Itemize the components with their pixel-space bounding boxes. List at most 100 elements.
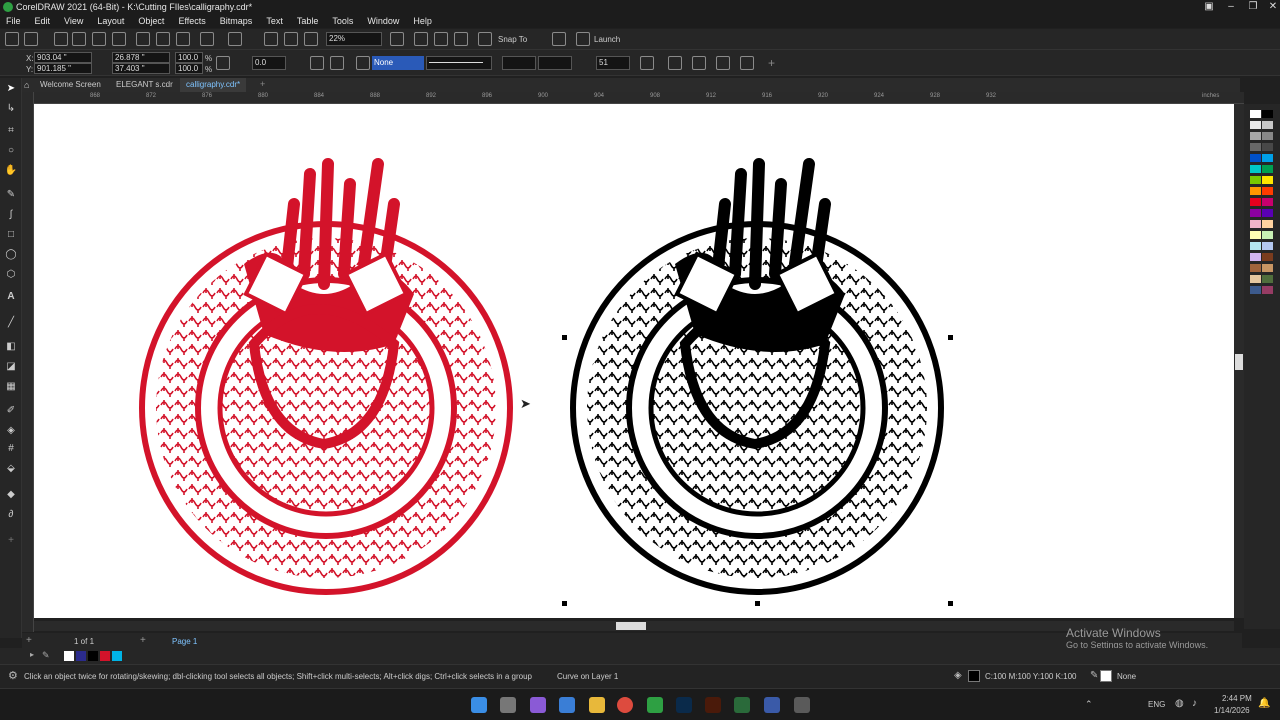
start-arrowhead-dropdown[interactable] xyxy=(502,56,536,70)
palette-swatch[interactable] xyxy=(1262,121,1273,129)
palette-swatch[interactable] xyxy=(1262,242,1273,250)
eraser-tool-icon[interactable]: ◆ xyxy=(4,488,18,502)
palette-swatch[interactable] xyxy=(1262,143,1273,151)
palette-swatch[interactable] xyxy=(1262,176,1273,184)
palette-arrow-icon[interactable]: ▸ xyxy=(30,650,34,659)
volume-icon[interactable]: ♪ xyxy=(1192,698,1197,709)
menu-file[interactable]: File xyxy=(6,16,21,26)
palette-swatch[interactable] xyxy=(1262,253,1273,261)
smart-fill-icon[interactable]: # xyxy=(4,442,18,456)
palette-swatch[interactable] xyxy=(1250,110,1261,118)
palette-swatch[interactable] xyxy=(1250,154,1261,162)
mirror-vertical-icon[interactable] xyxy=(330,56,344,70)
close-button[interactable]: ✕ xyxy=(1262,0,1280,14)
blend-tool-icon[interactable]: ◧ xyxy=(4,340,18,354)
tab-calligraphy[interactable]: calligraphy.cdr* xyxy=(180,78,247,92)
cut-icon[interactable] xyxy=(136,32,150,46)
export-icon[interactable] xyxy=(284,32,298,46)
polygon-tool-icon[interactable]: ⬡ xyxy=(4,268,18,282)
palette-swatch[interactable] xyxy=(1262,110,1273,118)
vertical-scrollbar[interactable] xyxy=(1234,104,1244,618)
outline-width-dropdown[interactable]: None xyxy=(372,56,424,70)
crop-tool-icon[interactable]: ⌗ xyxy=(4,124,18,138)
menu-window[interactable]: Window xyxy=(367,16,399,26)
palette-swatch[interactable] xyxy=(1250,275,1261,283)
palette-swatch[interactable] xyxy=(1250,176,1261,184)
height-field[interactable]: 37.403 " xyxy=(112,63,170,74)
vertical-ruler[interactable] xyxy=(22,92,34,632)
palette-swatch[interactable] xyxy=(1262,209,1273,217)
mesh-fill-icon[interactable]: ▦ xyxy=(4,380,18,394)
palette-swatch[interactable] xyxy=(1262,275,1273,283)
minimize-button[interactable]: – xyxy=(1220,0,1242,14)
text-tool-icon[interactable]: A xyxy=(4,290,18,304)
selection-handle[interactable] xyxy=(755,601,760,606)
show-rulers-icon[interactable] xyxy=(414,32,428,46)
print-icon[interactable] xyxy=(112,32,126,46)
menu-tools[interactable]: Tools xyxy=(332,16,353,26)
drawing-canvas[interactable]: ➤ xyxy=(34,104,1234,618)
selection-handle[interactable] xyxy=(562,601,567,606)
options-gear-icon[interactable] xyxy=(552,32,566,46)
interactive-fill-icon[interactable]: ◈ xyxy=(4,424,18,438)
clock-time[interactable]: 2:44 PM xyxy=(1222,694,1252,703)
lock-ratio-icon[interactable] xyxy=(216,56,230,70)
mirror-horizontal-icon[interactable] xyxy=(310,56,324,70)
copy-icon[interactable] xyxy=(156,32,170,46)
save-icon[interactable] xyxy=(54,32,68,46)
rotation-angle-field[interactable]: 0.0 xyxy=(252,56,286,70)
undo-icon[interactable] xyxy=(200,32,214,46)
file-explorer-icon[interactable] xyxy=(589,697,605,713)
menu-layout[interactable]: Layout xyxy=(97,16,124,26)
align-icon[interactable] xyxy=(740,56,754,70)
illustrator-icon[interactable] xyxy=(705,697,721,713)
clock-date[interactable]: 1/14/2026 xyxy=(1214,706,1250,715)
paste-icon[interactable] xyxy=(176,32,190,46)
app-icon[interactable] xyxy=(794,697,810,713)
show-guidelines-icon[interactable] xyxy=(454,32,468,46)
black-calligraphy-design[interactable] xyxy=(570,158,944,595)
upload-icon[interactable] xyxy=(92,32,106,46)
close-curve-icon[interactable] xyxy=(640,56,654,70)
palette-swatch[interactable] xyxy=(1262,198,1273,206)
show-grid-icon[interactable] xyxy=(434,32,448,46)
page-tab[interactable]: Page 1 xyxy=(172,637,197,646)
snap-to-dropdown[interactable]: Snap To xyxy=(498,35,527,44)
to-back-icon[interactable] xyxy=(716,56,730,70)
palette-swatch[interactable] xyxy=(1250,187,1261,195)
menu-bitmaps[interactable]: Bitmaps xyxy=(220,16,253,26)
open-icon[interactable] xyxy=(24,32,38,46)
zoom-tool-icon[interactable]: ○ xyxy=(4,144,18,158)
palette-swatch[interactable] xyxy=(1262,264,1273,272)
menu-effects[interactable]: Effects xyxy=(178,16,205,26)
tray-chevron-icon[interactable]: ⌃ xyxy=(1085,699,1093,710)
palette-swatch[interactable] xyxy=(1262,220,1273,228)
palette-swatch[interactable] xyxy=(1250,165,1261,173)
task-view-icon[interactable] xyxy=(500,697,516,713)
add-page-icon[interactable]: + xyxy=(26,635,32,646)
scroll-thumb[interactable] xyxy=(616,622,646,630)
add-tool-icon[interactable]: + xyxy=(4,534,18,548)
rectangle-tool-icon[interactable]: □ xyxy=(4,228,18,242)
pen-tool-icon[interactable]: ∫ xyxy=(4,208,18,222)
add-tab-icon[interactable]: + xyxy=(260,79,265,89)
pick-tool-icon[interactable]: ➤ xyxy=(4,82,18,96)
menu-edit[interactable]: Edit xyxy=(35,16,51,26)
pan-tool-icon[interactable]: ✋ xyxy=(4,164,18,178)
doc-swatch-black[interactable] xyxy=(88,651,98,661)
palette-swatch[interactable] xyxy=(1262,187,1273,195)
app-icon[interactable] xyxy=(764,697,780,713)
add-page-after-icon[interactable]: + xyxy=(140,635,146,646)
launch-icon[interactable] xyxy=(576,32,590,46)
cloud-icon[interactable] xyxy=(72,32,86,46)
ellipse-tool-icon[interactable]: ◯ xyxy=(4,248,18,262)
palette-swatch[interactable] xyxy=(1250,121,1261,129)
eyedropper-icon[interactable]: ✎ xyxy=(42,650,50,661)
launch-dropdown[interactable]: Launch xyxy=(594,35,620,44)
snap-icon[interactable] xyxy=(478,32,492,46)
doc-swatch-cyan[interactable] xyxy=(112,651,122,661)
scroll-thumb[interactable] xyxy=(1235,354,1243,370)
home-icon[interactable]: ⌂ xyxy=(24,80,29,90)
doc-swatch-red[interactable] xyxy=(100,651,110,661)
palette-swatch[interactable] xyxy=(1250,209,1261,217)
